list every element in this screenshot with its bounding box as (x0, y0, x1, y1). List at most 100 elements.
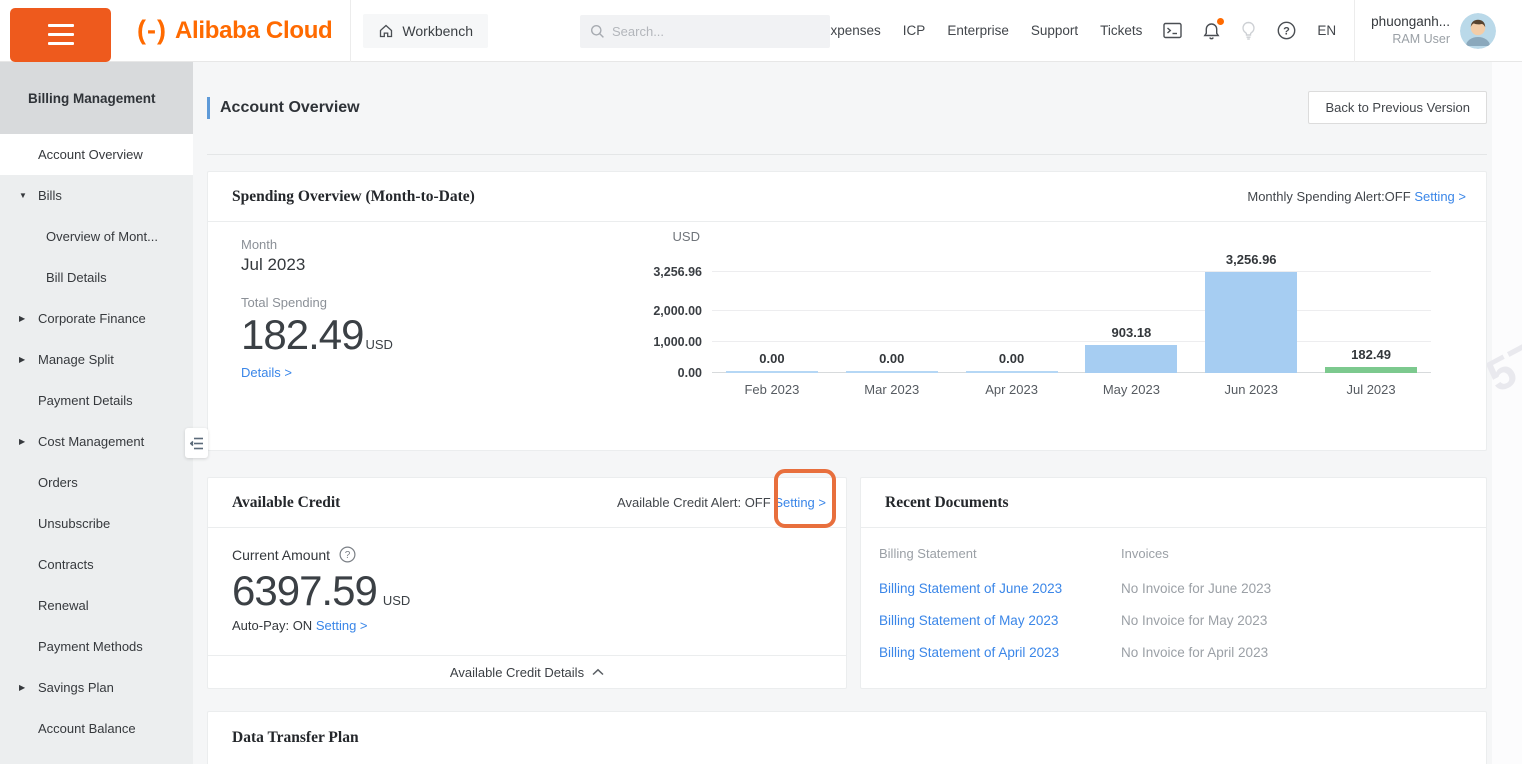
invoice-status-text: No Invoice for April 2023 (1121, 628, 1468, 660)
documents-card-title: Recent Documents (885, 494, 1009, 512)
search-input[interactable] (612, 24, 812, 39)
search-box[interactable] (580, 15, 830, 48)
sidebar: Billing Management Account Overview▼Bill… (0, 62, 193, 764)
sidebar-item-label: Contracts (0, 557, 94, 572)
workbench-label: Workbench (402, 23, 473, 39)
y-axis-tick-label: 2,000.00 (653, 304, 702, 318)
bar-value-label: 903.18 (1071, 325, 1191, 340)
current-amount-help-icon[interactable]: ? (339, 546, 356, 563)
monthly-spending-alert-setting-link[interactable]: Setting > (1414, 189, 1466, 204)
spending-details-link[interactable]: Details > (241, 365, 393, 380)
main-content: 57 Account Overview Back to Previous Ver… (193, 62, 1522, 764)
bell-icon[interactable] (1203, 22, 1220, 40)
billing-statement-link[interactable]: Billing Statement of April 2023 (879, 628, 1121, 660)
sidebar-item-label: Manage Split (0, 352, 114, 367)
user-menu[interactable]: phuonganh... RAM User (1371, 13, 1450, 48)
language-selector[interactable]: EN (1317, 23, 1336, 38)
sidebar-item-overview-of-mont[interactable]: Overview of Mont... (0, 216, 193, 257)
nav-item-icp[interactable]: ICP (903, 23, 926, 38)
sidebar-item-unsubscribe[interactable]: Unsubscribe (0, 503, 193, 544)
sidebar-item-payment-details[interactable]: Payment Details (0, 380, 193, 421)
chevron-right-icon: ▶ (19, 314, 25, 323)
sidebar-item-label: Savings Plan (0, 680, 114, 695)
bar-may-2023[interactable] (1085, 345, 1177, 373)
chart-bar-slot: 0.00 (952, 233, 1072, 373)
bar-value-label: 182.49 (1311, 347, 1431, 362)
sidebar-item-contracts[interactable]: Contracts (0, 544, 193, 585)
svg-text:?: ? (1284, 25, 1291, 37)
chart-bar-slot: 0.00 (712, 233, 832, 373)
credit-alert-label: Available Credit Alert: OFF (617, 495, 771, 510)
chevron-right-icon: ▶ (19, 683, 25, 692)
sidebar-item-manage-split[interactable]: ▶Manage Split (0, 339, 193, 380)
bar-value-label: 3,256.96 (1191, 252, 1311, 267)
terminal-icon[interactable] (1163, 22, 1182, 39)
sidebar-collapse-handle[interactable] (185, 428, 208, 458)
credit-card-title: Available Credit (232, 494, 340, 512)
header-divider (1354, 0, 1355, 62)
sidebar-item-account-overview[interactable]: Account Overview (0, 134, 193, 175)
bulb-icon[interactable] (1241, 21, 1256, 40)
header-divider (350, 0, 351, 62)
monthly-spending-alert-label: Monthly Spending Alert:OFF (1247, 189, 1410, 204)
alibaba-cloud-logo[interactable]: (-) Alibaba Cloud (137, 15, 332, 46)
bar-feb-2023[interactable] (726, 371, 818, 373)
chart-bar-slot: 903.18 (1071, 233, 1191, 373)
x-axis-label: Jun 2023 (1191, 382, 1311, 397)
bar-mar-2023[interactable] (846, 371, 938, 373)
y-axis-tick-label: 1,000.00 (653, 335, 702, 349)
data-transfer-plan-title: Data Transfer Plan (232, 729, 359, 747)
bar-value-label: 0.00 (832, 351, 952, 366)
billing-statement-link[interactable]: Billing Statement of June 2023 (879, 564, 1121, 596)
divider (207, 154, 1487, 155)
user-role: RAM User (1371, 31, 1450, 48)
logo-text: Alibaba Cloud (175, 17, 332, 45)
sidebar-item-bills[interactable]: ▼Bills (0, 175, 193, 216)
current-amount-label: Current Amount (232, 547, 330, 563)
workbench-button[interactable]: Workbench (363, 14, 488, 48)
available-credit-card: Available Credit Available Credit Alert:… (207, 477, 847, 689)
invoice-status-text: No Invoice for June 2023 (1121, 564, 1468, 596)
nav-item-support[interactable]: Support (1031, 23, 1078, 38)
right-gutter: 57 (1492, 62, 1522, 764)
x-axis-label: Jul 2023 (1311, 382, 1431, 397)
sidebar-item-savings-plan[interactable]: ▶Savings Plan (0, 667, 193, 708)
recent-documents-card: Recent Documents Billing Statement Invoi… (860, 477, 1487, 689)
sidebar-item-cost-management[interactable]: ▶Cost Management (0, 421, 193, 462)
y-axis-tick-label: 3,256.96 (653, 265, 702, 279)
spending-bar-chart: USD 3,256.962,000.001,000.000.00 0.000.0… (626, 233, 1431, 397)
credit-details-label: Available Credit Details (450, 665, 584, 680)
sidebar-item-label: Payment Details (0, 393, 133, 408)
credit-alert-setting-link[interactable]: Setting > (774, 495, 826, 510)
chevron-down-icon: ▼ (19, 191, 27, 200)
spending-card-title: Spending Overview (Month-to-Date) (232, 188, 475, 206)
credit-amount-value: 6397.59 (232, 570, 377, 612)
month-label: Month (241, 237, 393, 252)
total-spending-label: Total Spending (241, 295, 393, 310)
autopay-setting-link[interactable]: Setting > (316, 618, 368, 633)
bar-jul-2023[interactable] (1325, 367, 1417, 373)
sidebar-item-bill-details[interactable]: Bill Details (0, 257, 193, 298)
hamburger-menu-icon[interactable] (10, 8, 111, 62)
sidebar-item-corporate-finance[interactable]: ▶Corporate Finance (0, 298, 193, 339)
billing-statement-column-header: Billing Statement (879, 546, 1121, 564)
sidebar-item-renewal[interactable]: Renewal (0, 585, 193, 626)
chart-bar-slot: 182.49 (1311, 233, 1431, 373)
back-to-previous-version-button[interactable]: Back to Previous Version (1308, 91, 1487, 124)
chart-bar-slot: 0.00 (832, 233, 952, 373)
sidebar-item-label: Overview of Mont... (0, 229, 158, 244)
sidebar-item-orders[interactable]: Orders (0, 462, 193, 503)
bar-jun-2023[interactable] (1205, 272, 1297, 373)
bar-apr-2023[interactable] (966, 371, 1058, 373)
nav-item-expenses[interactable]: Expenses (822, 23, 881, 38)
billing-statement-link[interactable]: Billing Statement of May 2023 (879, 596, 1121, 628)
sidebar-item-label: Payment Methods (0, 639, 143, 654)
avatar[interactable] (1460, 13, 1496, 49)
sidebar-item-account-balance[interactable]: Account Balance (0, 708, 193, 749)
nav-item-tickets[interactable]: Tickets (1100, 23, 1142, 38)
nav-item-enterprise[interactable]: Enterprise (947, 23, 1009, 38)
total-spending-value: 182.49 (241, 314, 363, 356)
sidebar-item-payment-methods[interactable]: Payment Methods (0, 626, 193, 667)
help-icon[interactable]: ? (1277, 21, 1296, 40)
available-credit-details-toggle[interactable]: Available Credit Details (208, 655, 846, 688)
